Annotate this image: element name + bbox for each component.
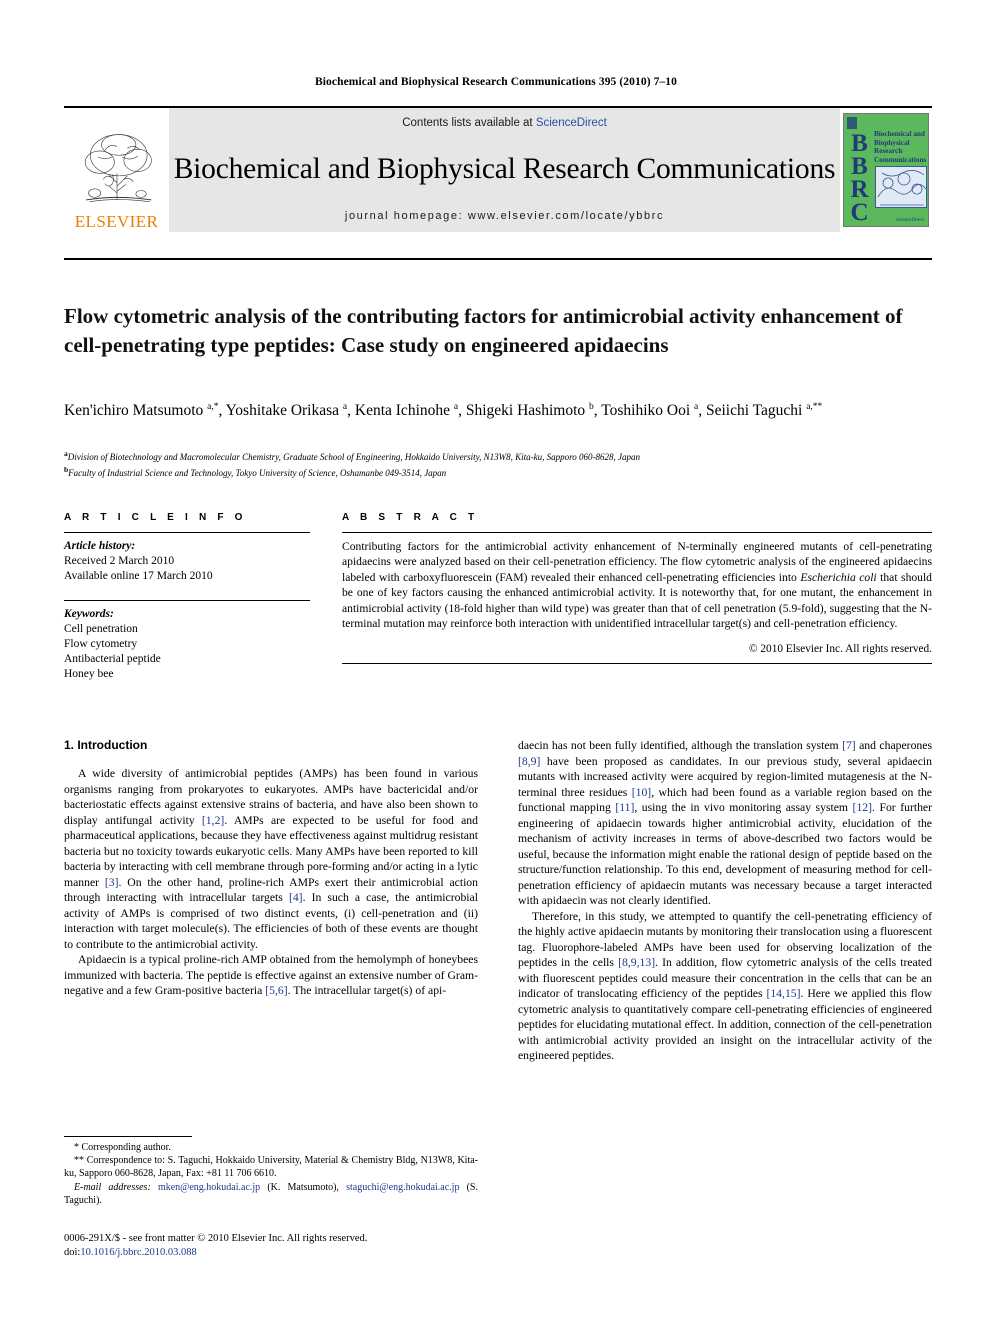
keyword-item: Antibacterial peptide [64, 653, 161, 665]
email-label: E-mail addresses: [74, 1181, 151, 1193]
issn-line: 0006-291X/$ - see front matter © 2010 El… [64, 1233, 368, 1244]
contents-prefix: Contents lists available at [402, 117, 536, 129]
footnote-divider [64, 1136, 192, 1137]
journal-cover-thumbnail: BBRC Biochemical and Biophysical Researc… [840, 108, 932, 232]
abstract-heading: A B S T R A C T [342, 512, 479, 523]
article-history-block: Article history: Received 2 March 2010 A… [64, 539, 310, 584]
info-abstract-region: A R T I C L E I N F O Article history: R… [64, 512, 932, 712]
cover-journal-title: Biochemical and Biophysical Research Com… [874, 130, 927, 164]
doi-line: doi:10.1016/j.bbrc.2010.03.088 [64, 1246, 524, 1260]
affiliation-list: aDivision of Biotechnology and Macromole… [64, 448, 930, 479]
article-history-received: Received 2 March 2010 [64, 555, 175, 567]
abstract-copyright: © 2010 Elsevier Inc. All rights reserved… [748, 643, 932, 656]
elsevier-logo: ELSEVIER [64, 108, 169, 232]
affiliation-b: bFaculty of Industrial Science and Techn… [64, 464, 930, 480]
paragraph: Therefore, in this study, we attempted t… [518, 909, 933, 1063]
article-info-spacer [64, 584, 310, 600]
paragraph: daecin has not been fully identified, al… [518, 739, 933, 907]
title-divider [64, 258, 932, 260]
journal-masthead: ELSEVIER Contents lists available at Sci… [64, 106, 932, 232]
elsevier-tree-icon [84, 134, 152, 202]
abstract-rule-top [342, 532, 932, 533]
cover-artwork-icon [877, 170, 927, 206]
affiliation-b-text: Faculty of Industrial Science and Techno… [68, 467, 447, 478]
cover-elsevier-mark-icon [847, 117, 857, 129]
elsevier-wordmark: ELSEVIER [74, 212, 159, 231]
paragraph: A wide diversity of antimicrobial peptid… [64, 767, 478, 951]
paper-page: Biochemical and Biophysical Research Com… [0, 0, 992, 1323]
footnote-area: * Corresponding author. ** Correspondenc… [64, 1136, 478, 1207]
abstract-text: Contributing factors for the antimicrobi… [342, 540, 932, 631]
body-column-right: daecin has not been fully identified, al… [518, 738, 932, 1064]
abstract-column: A B S T R A C T Contributing factors for… [342, 512, 932, 665]
article-info-rule-top [64, 532, 310, 533]
page-title: Flow cytometric analysis of the contribu… [64, 304, 903, 357]
keywords-label: Keywords: [64, 608, 114, 620]
sciencedirect-link[interactable]: ScienceDirect [536, 117, 607, 129]
article-history-online: Available online 17 March 2010 [64, 570, 213, 582]
doi-prefix: doi: [64, 1247, 81, 1258]
journal-homepage[interactable]: journal homepage: www.elsevier.com/locat… [345, 210, 664, 222]
article-info-column: A R T I C L E I N F O Article history: R… [64, 512, 310, 682]
paragraph: Apidaecin is a typical proline-rich AMP … [64, 953, 478, 997]
cover-artwork [875, 166, 927, 208]
keyword-item: Flow cytometry [64, 638, 138, 650]
footnote-corresponding-author: * Corresponding author. [74, 1142, 171, 1153]
journal-title: Biochemical and Biophysical Research Com… [173, 153, 836, 185]
affiliation-a: aDivision of Biotechnology and Macromole… [64, 448, 930, 464]
footnote-correspondence-to: ** Correspondence to: S. Taguchi, Hokkai… [64, 1155, 478, 1180]
section-heading-introduction: 1. Introduction [64, 738, 148, 752]
article-info-rule-mid [64, 600, 310, 601]
running-head: Biochemical and Biophysical Research Com… [314, 76, 678, 88]
author-list: Ken'ichiro Matsumoto a,*, Yoshitake Orik… [64, 402, 823, 420]
keyword-item: Honey bee [64, 668, 114, 680]
footnote-emails: E-mail addresses: mken@eng.hokudai.ac.jp… [64, 1181, 478, 1207]
imprint-block: 0006-291X/$ - see front matter © 2010 El… [64, 1232, 524, 1260]
cover-image: BBRC Biochemical and Biophysical Researc… [843, 113, 929, 227]
cover-acronym: BBRC [846, 130, 873, 222]
doi-value[interactable]: 10.1016/j.bbrc.2010.03.088 [80, 1247, 196, 1258]
keyword-item: Cell penetration [64, 623, 138, 635]
cover-imprint: ScienceDirect [895, 218, 924, 223]
affiliation-a-text: Division of Biotechnology and Macromolec… [67, 452, 641, 462]
abstract-rule-bottom [342, 663, 932, 665]
body-column-left: 1. Introduction A wide diversity of anti… [64, 738, 478, 999]
keywords-block: Keywords: Cell penetration Flow cytometr… [64, 607, 310, 682]
article-history-label: Article history: [64, 540, 136, 552]
masthead-center: Contents lists available at ScienceDirec… [169, 108, 840, 232]
contents-list-line: Contents lists available at ScienceDirec… [402, 117, 607, 129]
article-info-heading: A R T I C L E I N F O [64, 512, 247, 523]
